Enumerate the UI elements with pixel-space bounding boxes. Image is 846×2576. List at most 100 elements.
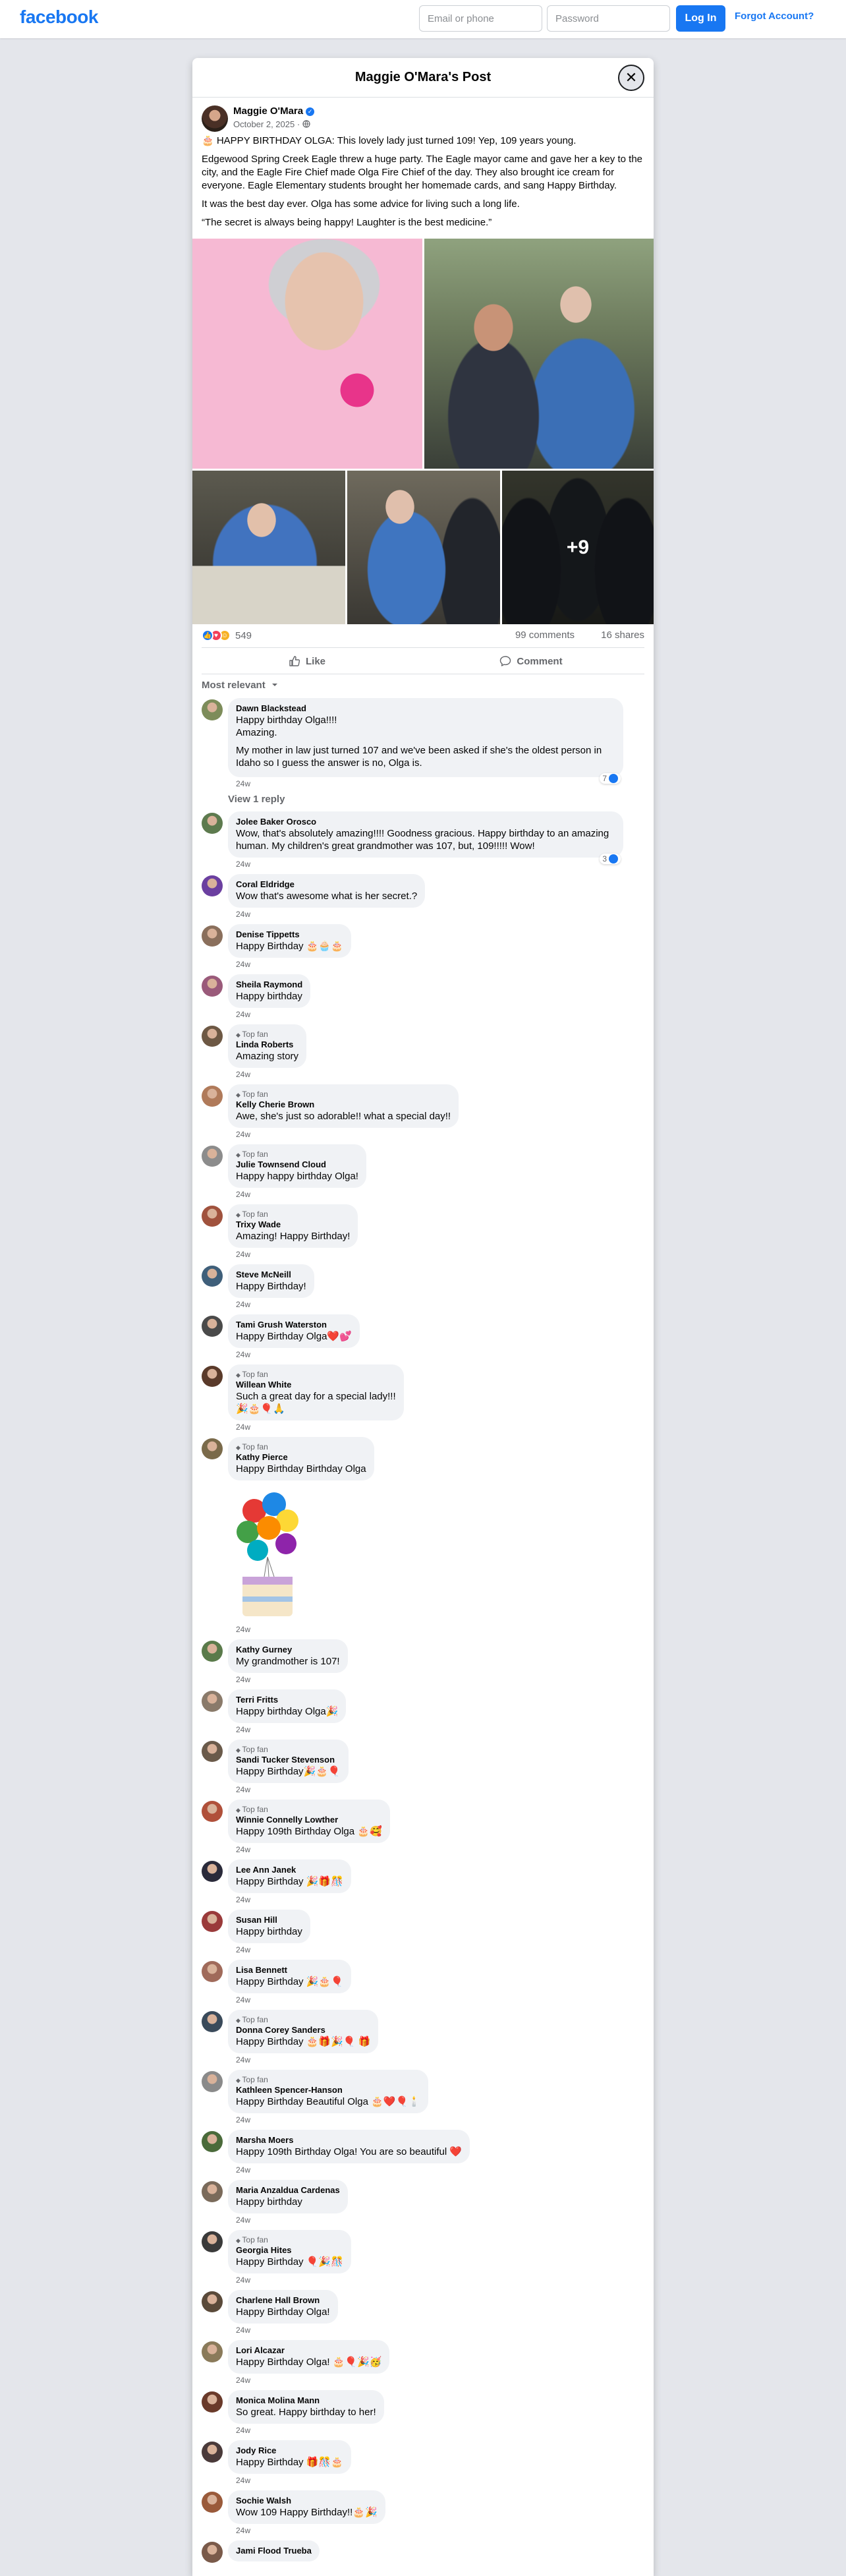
commenter-avatar[interactable] — [202, 2542, 223, 2563]
commenter-avatar[interactable] — [202, 813, 223, 834]
commenter-name[interactable]: Denise Tippetts — [236, 929, 343, 940]
commenter-name[interactable]: Lori Alcazar — [236, 2345, 381, 2356]
commenter-avatar[interactable] — [202, 925, 223, 947]
commenter-name[interactable]: Willean White — [236, 1380, 396, 1390]
reaction-summary[interactable]: 👍 ♥ ☺ 549 — [202, 629, 252, 641]
comment-timestamp[interactable]: 24w — [228, 2424, 258, 2435]
commenter-name[interactable]: Steve McNeill — [236, 1270, 306, 1280]
commenter-avatar[interactable] — [202, 875, 223, 896]
commenter-name[interactable]: Jami Flood Trueba — [236, 2546, 312, 2556]
comment-timestamp[interactable]: 24w — [228, 2163, 258, 2175]
view-replies-link[interactable]: View 1 reply — [228, 794, 644, 805]
commenter-name[interactable]: Sheila Raymond — [236, 980, 302, 990]
commenter-avatar[interactable] — [202, 2492, 223, 2513]
like-button[interactable]: Like — [202, 651, 412, 672]
commenter-avatar[interactable] — [202, 1206, 223, 1227]
commenter-avatar[interactable] — [202, 699, 223, 720]
post-date-row[interactable]: October 2, 2025 · — [233, 119, 310, 129]
comment-timestamp[interactable]: 24w — [228, 2474, 258, 2485]
author-name-row[interactable]: Maggie O'Mara ✓ — [233, 105, 315, 117]
commenter-avatar[interactable] — [202, 1911, 223, 1932]
comment-timestamp[interactable]: 24w — [228, 1893, 258, 1904]
commenter-name[interactable]: Tami Grush Waterston — [236, 1320, 352, 1330]
commenter-avatar[interactable] — [202, 2442, 223, 2463]
commenter-name[interactable]: Donna Corey Sanders — [236, 2025, 370, 2035]
commenter-avatar[interactable] — [202, 1026, 223, 1047]
commenter-name[interactable]: Lisa Bennett — [236, 1965, 343, 1976]
comment-timestamp[interactable]: 24w — [228, 1673, 258, 1684]
comment-reaction-count[interactable]: 3 — [600, 854, 621, 864]
commenter-avatar[interactable] — [202, 1146, 223, 1167]
comment-timestamp[interactable]: 24w — [228, 2213, 258, 2225]
more-photos-count[interactable]: +9 — [502, 471, 654, 624]
comment-timestamp[interactable]: 24w — [228, 1623, 258, 1634]
commenter-name[interactable]: Jody Rice — [236, 2445, 343, 2456]
comment-timestamp[interactable]: 24w — [228, 2053, 258, 2064]
commenter-avatar[interactable] — [202, 1438, 223, 1459]
commenter-avatar[interactable] — [202, 1741, 223, 1762]
commenter-avatar[interactable] — [202, 1641, 223, 1662]
commenter-name[interactable]: Susan Hill — [236, 1915, 302, 1925]
comment-timestamp[interactable]: 24w — [228, 1348, 258, 1359]
commenter-avatar[interactable] — [202, 1366, 223, 1387]
comment-timestamp[interactable]: 24w — [228, 1993, 258, 2005]
photo-more[interactable]: +9 — [502, 471, 654, 624]
commenter-name[interactable]: Charlene Hall Brown — [236, 2295, 330, 2306]
commenter-name[interactable]: Linda Roberts — [236, 1039, 298, 1050]
photo-fire-chief[interactable] — [424, 239, 654, 469]
comment-timestamp[interactable]: 24w — [228, 2524, 258, 2535]
commenter-name[interactable]: Terri Fritts — [236, 1695, 338, 1705]
comment-timestamp[interactable]: 24w — [228, 2324, 258, 2335]
commenter-avatar[interactable] — [202, 2071, 223, 2092]
comment-timestamp[interactable]: 24w — [228, 1008, 258, 1019]
comment-timestamp[interactable]: 24w — [228, 858, 258, 869]
commenter-name[interactable]: Julie Townsend Cloud — [236, 1159, 358, 1170]
comments-count[interactable]: 99 comments — [515, 629, 575, 641]
commenter-name[interactable]: Jolee Baker Orosco — [236, 817, 615, 827]
author-avatar[interactable] — [202, 105, 228, 132]
facebook-logo[interactable]: facebook — [20, 7, 98, 28]
reaction-count[interactable]: 549 — [235, 630, 252, 641]
comment-reaction-count[interactable]: 7 — [600, 773, 621, 784]
commenter-avatar[interactable] — [202, 1086, 223, 1107]
commenter-avatar[interactable] — [202, 2131, 223, 2152]
password-field[interactable] — [547, 5, 670, 32]
commenter-name[interactable]: Kelly Cherie Brown — [236, 1099, 451, 1110]
comment-timestamp[interactable]: 24w — [228, 2374, 258, 2385]
comment-timestamp[interactable]: 24w — [228, 1943, 258, 1954]
commenter-name[interactable]: Monica Molina Mann — [236, 2395, 376, 2406]
commenter-avatar[interactable] — [202, 1316, 223, 1337]
photo-certificate[interactable] — [192, 471, 345, 624]
commenter-name[interactable]: Dawn Blackstead — [236, 703, 615, 714]
comment-sort-dropdown[interactable]: Most relevant — [192, 674, 654, 698]
comment-timestamp[interactable]: 24w — [228, 1248, 258, 1259]
commenter-avatar[interactable] — [202, 976, 223, 997]
photo-olga-portrait[interactable] — [192, 239, 422, 469]
close-icon[interactable]: ✕ — [618, 65, 644, 91]
commenter-name[interactable]: Georgia Hites — [236, 2245, 343, 2256]
author-name[interactable]: Maggie O'Mara — [233, 105, 303, 117]
comment-timestamp[interactable]: 24w — [228, 1843, 258, 1854]
email-field[interactable] — [419, 5, 542, 32]
commenter-name[interactable]: Kathy Pierce — [236, 1452, 366, 1463]
commenter-name[interactable]: Sandi Tucker Stevenson — [236, 1755, 341, 1765]
comment-timestamp[interactable]: 24w — [228, 1128, 258, 1139]
commenter-avatar[interactable] — [202, 2231, 223, 2252]
commenter-avatar[interactable] — [202, 2291, 223, 2312]
comment-timestamp[interactable]: 24w — [228, 908, 258, 919]
commenter-name[interactable]: Coral Eldridge — [236, 879, 417, 890]
commenter-avatar[interactable] — [202, 2341, 223, 2362]
commenter-name[interactable]: Trixy Wade — [236, 1219, 350, 1230]
commenter-name[interactable]: Sochie Walsh — [236, 2496, 378, 2506]
commenter-avatar[interactable] — [202, 1961, 223, 1982]
commenter-avatar[interactable] — [202, 1801, 223, 1822]
comment-timestamp[interactable]: 24w — [228, 1783, 258, 1794]
commenter-avatar[interactable] — [202, 1861, 223, 1882]
commenter-name[interactable]: Winnie Connelly Lowther — [236, 1815, 382, 1825]
commenter-name[interactable]: Marsha Moers — [236, 2135, 462, 2146]
commenter-name[interactable]: Lee Ann Janek — [236, 1865, 343, 1875]
commenter-name[interactable]: Maria Anzaldua Cardenas — [236, 2185, 340, 2196]
commenter-avatar[interactable] — [202, 2391, 223, 2413]
post-date[interactable]: October 2, 2025 · — [233, 119, 302, 129]
commenter-avatar[interactable] — [202, 2011, 223, 2032]
